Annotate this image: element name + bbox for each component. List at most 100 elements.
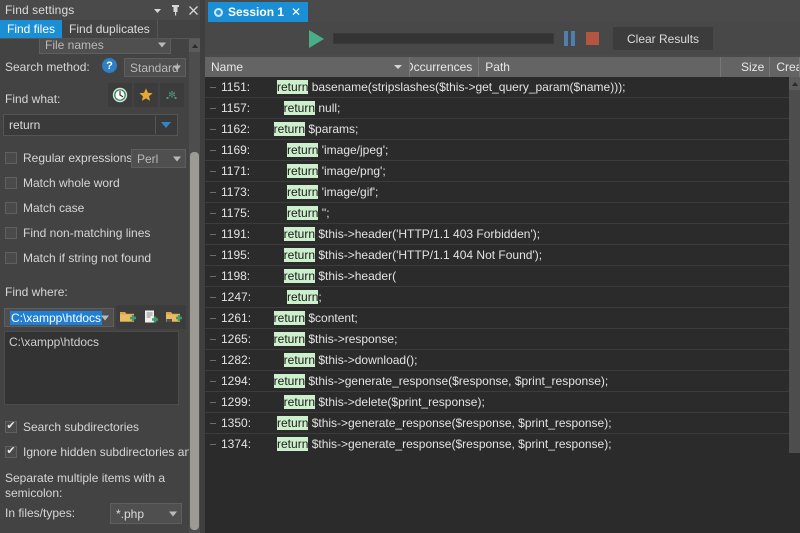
code-snippet: return $content; [273,311,358,325]
table-row[interactable]: 1173: return 'image/gif'; [205,182,789,203]
table-row[interactable]: 1151: return basename(stripslashes($this… [205,77,789,98]
option-match-whole-word[interactable]: Match whole word [5,176,120,190]
table-row[interactable]: 1247: return; [205,287,789,308]
tab-find-files[interactable]: Find files [0,20,63,38]
find-what-input[interactable]: return [3,114,178,136]
checkbox[interactable] [5,252,17,264]
find-in-files-window: Find settings Find files Find duplicates… [0,0,800,533]
results-table-body[interactable]: 1151: return basename(stripslashes($this… [205,77,789,453]
tree-connector-icon [205,255,221,256]
pause-icon[interactable] [564,31,575,46]
checkbox[interactable] [5,446,17,458]
checkbox[interactable] [5,202,17,214]
table-row[interactable]: 1350: return $this->generate_response($r… [205,413,789,434]
table-row[interactable]: 1195: return $this->header('HTTP/1.1 404… [205,245,789,266]
checkbox[interactable] [5,421,17,433]
scrollbar-thumb[interactable] [190,152,199,530]
line-number: 1162: [221,122,251,136]
pin-icon[interactable] [167,2,183,18]
chevron-down-icon [158,42,166,47]
search-method-combo[interactable]: Standard [124,58,186,77]
option-regular-expressions[interactable]: Regular expressions: [5,151,136,165]
find-what-favorites-button[interactable] [134,83,158,107]
line-number: 1247: [221,290,252,304]
tab-session-1[interactable]: Session 1 ✕ [208,2,309,22]
checkbox[interactable] [5,227,17,239]
table-row[interactable]: 1198: return $this->header( [205,266,789,287]
code-snippet: return 'image/png'; [287,164,386,178]
table-row[interactable]: 1171: return 'image/png'; [205,161,789,182]
match-highlight: return [287,290,319,304]
column-header-name[interactable]: Name [205,57,411,77]
tree-connector-icon [205,339,221,340]
find-what-regex-button[interactable]: ✼ [160,83,184,107]
favorites-star-icon [134,83,158,107]
table-row[interactable]: 1261: return $content; [205,308,789,329]
close-icon[interactable]: ✕ [291,5,301,19]
table-row[interactable]: 1162: return $params; [205,119,789,140]
table-row[interactable]: 1299: return $this->delete($print_respon… [205,392,789,413]
find-settings-scrollbar[interactable] [189,39,200,533]
column-header-size-label: Size [740,60,765,74]
option-find-non-matching-lines-label: Find non-matching lines [23,226,151,240]
table-row[interactable]: 1157: return null; [205,98,789,119]
add-file-button[interactable] [139,305,163,329]
table-row[interactable]: 1265: return $this->response; [205,329,789,350]
in-files-types-combo[interactable]: *.php [110,503,182,524]
table-row[interactable]: 1374: return $this->generate_response($r… [205,434,789,453]
option-find-non-matching-lines[interactable]: Find non-matching lines [5,226,150,240]
regex-engine-value: Perl [137,151,159,166]
add-network-folder-icon [162,305,186,329]
tab-find-duplicates-label: Find duplicates [69,22,150,36]
tab-find-duplicates[interactable]: Find duplicates [62,20,158,38]
option-match-if-string-not-found[interactable]: Match if string not found [5,251,151,265]
option-search-subdirectories[interactable]: Search subdirectories [5,420,139,434]
code-snippet: return null; [283,101,341,115]
column-header-created[interactable]: Crea [770,57,800,77]
match-highlight: return [277,416,309,430]
table-row[interactable]: 1169: return 'image/jpeg'; [205,140,789,161]
clear-results-button[interactable]: Clear Results [613,27,714,50]
table-row[interactable]: 1282: return $this->download(); [205,350,789,371]
add-folder-button[interactable] [116,305,140,329]
run-icon[interactable] [309,29,324,48]
find-what-history-button[interactable] [108,83,132,107]
option-ignore-hidden[interactable]: Ignore hidden subdirectories and files [5,445,189,459]
table-row[interactable]: 1175: return ''; [205,203,789,224]
results-scrollbar[interactable] [789,77,800,453]
find-where-label: Find where: [5,285,68,299]
checkbox[interactable] [5,177,17,189]
find-where-list[interactable]: C:\xampp\htdocs [4,331,179,405]
tree-connector-icon [205,129,221,130]
scroll-up-icon[interactable] [789,77,800,90]
search-method-help-button[interactable]: ? [102,58,117,73]
add-network-folder-button[interactable] [162,305,186,329]
column-header-occurrences[interactable]: Occurrences [410,57,480,77]
chevron-down-icon[interactable] [149,2,165,18]
tree-connector-icon [205,276,221,277]
file-names-combo[interactable]: File names [39,39,171,54]
match-highlight: return [277,80,309,94]
column-header-path-label: Path [485,60,510,74]
table-row[interactable]: 1191: return $this->header('HTTP/1.1 403… [205,224,789,245]
tab-find-files-label: Find files [7,22,56,36]
column-header-path[interactable]: Path [479,57,721,77]
line-number: 1374: [221,437,252,451]
match-highlight: return [273,122,306,136]
close-icon[interactable] [185,2,201,18]
scroll-up-icon[interactable] [189,39,200,52]
add-folder-icon [116,305,140,329]
column-header-size[interactable]: Size [721,57,771,77]
option-match-if-string-not-found-label: Match if string not found [23,251,152,265]
line-number: 1198: [221,269,251,283]
line-number: 1173: [221,185,251,199]
find-where-combo[interactable]: C:\xampp\htdocs [4,308,114,327]
code-snippet: return 'image/gif'; [287,185,379,199]
regex-engine-combo[interactable]: Perl [131,149,186,168]
code-snippet: return $this->header( [283,269,397,283]
checkbox[interactable] [5,152,17,164]
code-snippet: return $this->generate_response($respons… [277,416,612,430]
table-row[interactable]: 1294: return $this->generate_response($r… [205,371,789,392]
stop-icon[interactable] [586,32,599,45]
option-match-case[interactable]: Match case [5,201,84,215]
